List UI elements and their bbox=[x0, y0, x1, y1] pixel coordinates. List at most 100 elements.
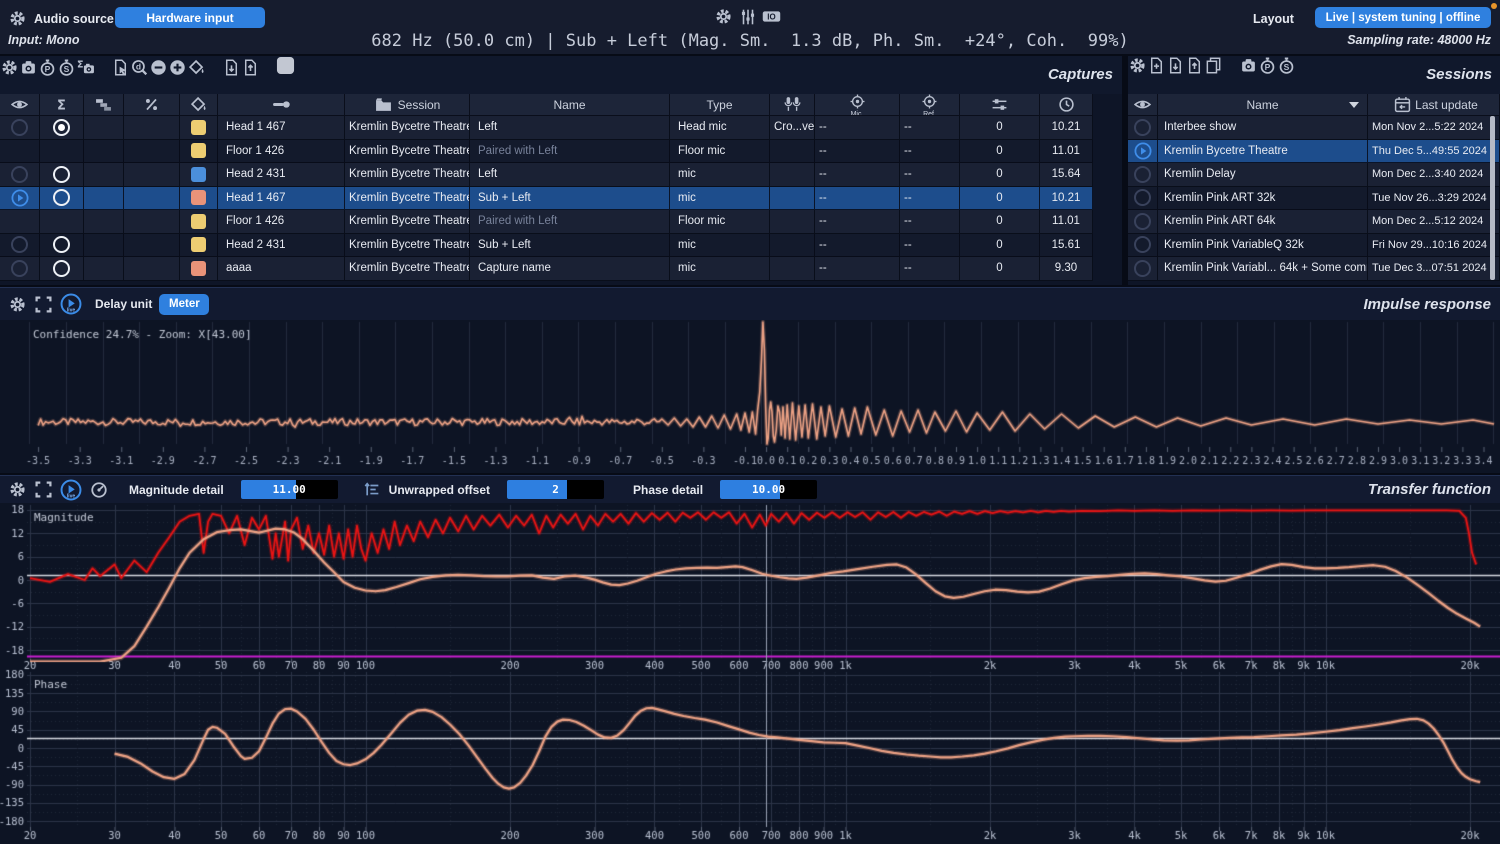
session-active-indicator[interactable] bbox=[1128, 257, 1158, 281]
capture-sum-radio[interactable] bbox=[40, 140, 84, 164]
color-swatch[interactable] bbox=[191, 167, 206, 182]
session-active-indicator[interactable] bbox=[1128, 187, 1158, 211]
session-active-indicator[interactable] bbox=[1128, 210, 1158, 234]
paint-drop-icon[interactable] bbox=[189, 95, 208, 114]
visibility-ring[interactable] bbox=[1134, 189, 1151, 206]
capture-row[interactable]: Head 2 431Kremlin Bycetre TheatreLeftmic… bbox=[0, 163, 1093, 187]
calendar-icon[interactable] bbox=[1393, 95, 1412, 114]
sessions-visibility-header[interactable] bbox=[1128, 94, 1158, 116]
session-row[interactable]: Interbee showMon Nov 2...5:22 2024 bbox=[1128, 116, 1500, 140]
color-swatch[interactable] bbox=[191, 261, 206, 276]
gear-icon[interactable] bbox=[714, 7, 733, 26]
capture-color-cell[interactable] bbox=[180, 187, 218, 211]
visibility-ring[interactable] bbox=[11, 119, 28, 136]
session-row[interactable]: Kremlin Pink ART 32kTue Nov 26...3:29 20… bbox=[1128, 187, 1500, 211]
sigma-icon[interactable]: Σ bbox=[52, 95, 71, 114]
sum-radio[interactable] bbox=[53, 236, 70, 253]
unwrap-icon[interactable] bbox=[363, 480, 382, 499]
percent-column-header[interactable] bbox=[124, 94, 180, 116]
session-row[interactable]: Kremlin Pink VariableQ 32kFri Nov 29...1… bbox=[1128, 234, 1500, 258]
impulse-response-plot[interactable] bbox=[0, 320, 1500, 473]
capture-sum-radio[interactable] bbox=[40, 234, 84, 258]
impulse-settings-icon[interactable] bbox=[8, 295, 27, 314]
delay-unit-meter-button[interactable]: Meter bbox=[159, 294, 209, 315]
mic-pair-icon[interactable] bbox=[783, 95, 802, 114]
session-row[interactable]: Kremlin Pink ART 64kMon Dec 2...5:12 202… bbox=[1128, 210, 1500, 234]
io-icon[interactable]: IO bbox=[762, 7, 781, 26]
capture-active-indicator[interactable] bbox=[0, 163, 40, 187]
session-active-indicator[interactable] bbox=[1128, 163, 1158, 187]
sessions-last-update-header[interactable]: Last update bbox=[1368, 94, 1500, 116]
eye-icon[interactable] bbox=[1133, 95, 1152, 114]
time-column-header[interactable] bbox=[1040, 94, 1093, 116]
capture-active-indicator[interactable] bbox=[0, 140, 40, 164]
transfer-live-icon[interactable]: live bbox=[60, 479, 82, 501]
capture-sum-radio[interactable] bbox=[40, 163, 84, 187]
group-column-header[interactable] bbox=[84, 94, 124, 116]
capture-color-cell[interactable] bbox=[180, 140, 218, 164]
name-column-header[interactable]: Name bbox=[470, 94, 670, 116]
visibility-ring[interactable] bbox=[11, 260, 28, 277]
sliders-h-icon[interactable] bbox=[990, 95, 1009, 114]
capture-row[interactable]: Head 1 467Kremlin Bycetre TheatreSub + L… bbox=[0, 187, 1093, 211]
transfer-settings-icon[interactable] bbox=[8, 480, 27, 499]
sum-radio[interactable] bbox=[53, 166, 70, 183]
gauge-icon[interactable] bbox=[89, 480, 108, 499]
magnitude-detail-spinner[interactable]: 11.00 bbox=[241, 480, 338, 499]
target-icon[interactable] bbox=[848, 94, 867, 111]
session-active-indicator[interactable] bbox=[1128, 140, 1158, 164]
layout-label[interactable]: Layout bbox=[1253, 12, 1294, 26]
color-swatch[interactable] bbox=[191, 120, 206, 135]
capture-active-indicator[interactable] bbox=[0, 187, 40, 211]
clock-icon[interactable] bbox=[1057, 95, 1076, 114]
sum-radio[interactable] bbox=[53, 119, 70, 136]
session-row[interactable]: Kremlin Pink Variabl... 64k + Some comme… bbox=[1128, 257, 1500, 281]
color-swatch[interactable] bbox=[191, 143, 206, 158]
audio-source-settings-icon[interactable] bbox=[8, 9, 27, 28]
color-swatch[interactable] bbox=[191, 237, 206, 252]
capture-active-indicator[interactable] bbox=[0, 116, 40, 140]
capture-color-cell[interactable] bbox=[180, 210, 218, 234]
capture-row[interactable]: Head 2 431Kremlin Bycetre TheatreSub + L… bbox=[0, 234, 1093, 258]
mixer-icon[interactable] bbox=[738, 7, 757, 26]
gain-column-header[interactable] bbox=[960, 94, 1040, 116]
microphone-column-header[interactable] bbox=[218, 94, 345, 116]
capture-active-indicator[interactable] bbox=[0, 257, 40, 281]
visibility-ring[interactable] bbox=[11, 236, 28, 253]
session-column-header[interactable]: Session bbox=[345, 94, 470, 116]
sum-radio[interactable] bbox=[53, 260, 70, 277]
visibility-column-header[interactable] bbox=[0, 94, 40, 116]
visibility-ring[interactable] bbox=[11, 166, 28, 183]
sort-descending-icon[interactable] bbox=[1349, 102, 1359, 108]
hardware-input-button[interactable]: Hardware input bbox=[115, 7, 265, 28]
mic-position-column-header[interactable]: Mic. bbox=[815, 94, 900, 116]
sessions-scrollbar[interactable] bbox=[1490, 116, 1495, 280]
mode-switch-button[interactable]: Live | system tuning | offline bbox=[1315, 7, 1491, 28]
capture-color-cell[interactable] bbox=[180, 116, 218, 140]
color-swatch[interactable] bbox=[191, 190, 206, 205]
phase-detail-spinner[interactable]: 10.00 bbox=[720, 480, 817, 499]
session-row[interactable]: Kremlin DelayMon Dec 2...3:40 2024 bbox=[1128, 163, 1500, 187]
sum-column-header[interactable]: Σ bbox=[40, 94, 84, 116]
session-active-indicator[interactable] bbox=[1128, 234, 1158, 258]
target-icon[interactable] bbox=[920, 94, 939, 111]
visibility-ring[interactable] bbox=[1134, 213, 1151, 230]
visibility-ring[interactable] bbox=[1134, 260, 1151, 277]
eye-icon[interactable] bbox=[10, 95, 29, 114]
capture-row[interactable]: Floor 1 426Kremlin Bycetre TheatrePaired… bbox=[0, 210, 1093, 234]
unwrapped-offset-spinner[interactable]: 2 bbox=[507, 480, 604, 499]
transfer-function-plot[interactable] bbox=[0, 503, 1500, 844]
ref-position-column-header[interactable]: Ref. bbox=[900, 94, 960, 116]
session-active-indicator[interactable] bbox=[1128, 116, 1158, 140]
capture-sum-radio[interactable] bbox=[40, 210, 84, 234]
visibility-ring[interactable] bbox=[1134, 236, 1151, 253]
capture-row[interactable]: aaaaKremlin Bycetre TheatreCapture namem… bbox=[0, 257, 1093, 281]
capture-color-cell[interactable] bbox=[180, 257, 218, 281]
capture-sum-radio[interactable] bbox=[40, 116, 84, 140]
capture-active-indicator[interactable] bbox=[0, 234, 40, 258]
capture-sum-radio[interactable] bbox=[40, 257, 84, 281]
impulse-fullscreen-icon[interactable] bbox=[34, 295, 53, 314]
transfer-fullscreen-icon[interactable] bbox=[34, 480, 53, 499]
group-icon[interactable] bbox=[94, 95, 113, 114]
session-row[interactable]: Kremlin Bycetre TheatreThu Dec 5...49:55… bbox=[1128, 140, 1500, 164]
